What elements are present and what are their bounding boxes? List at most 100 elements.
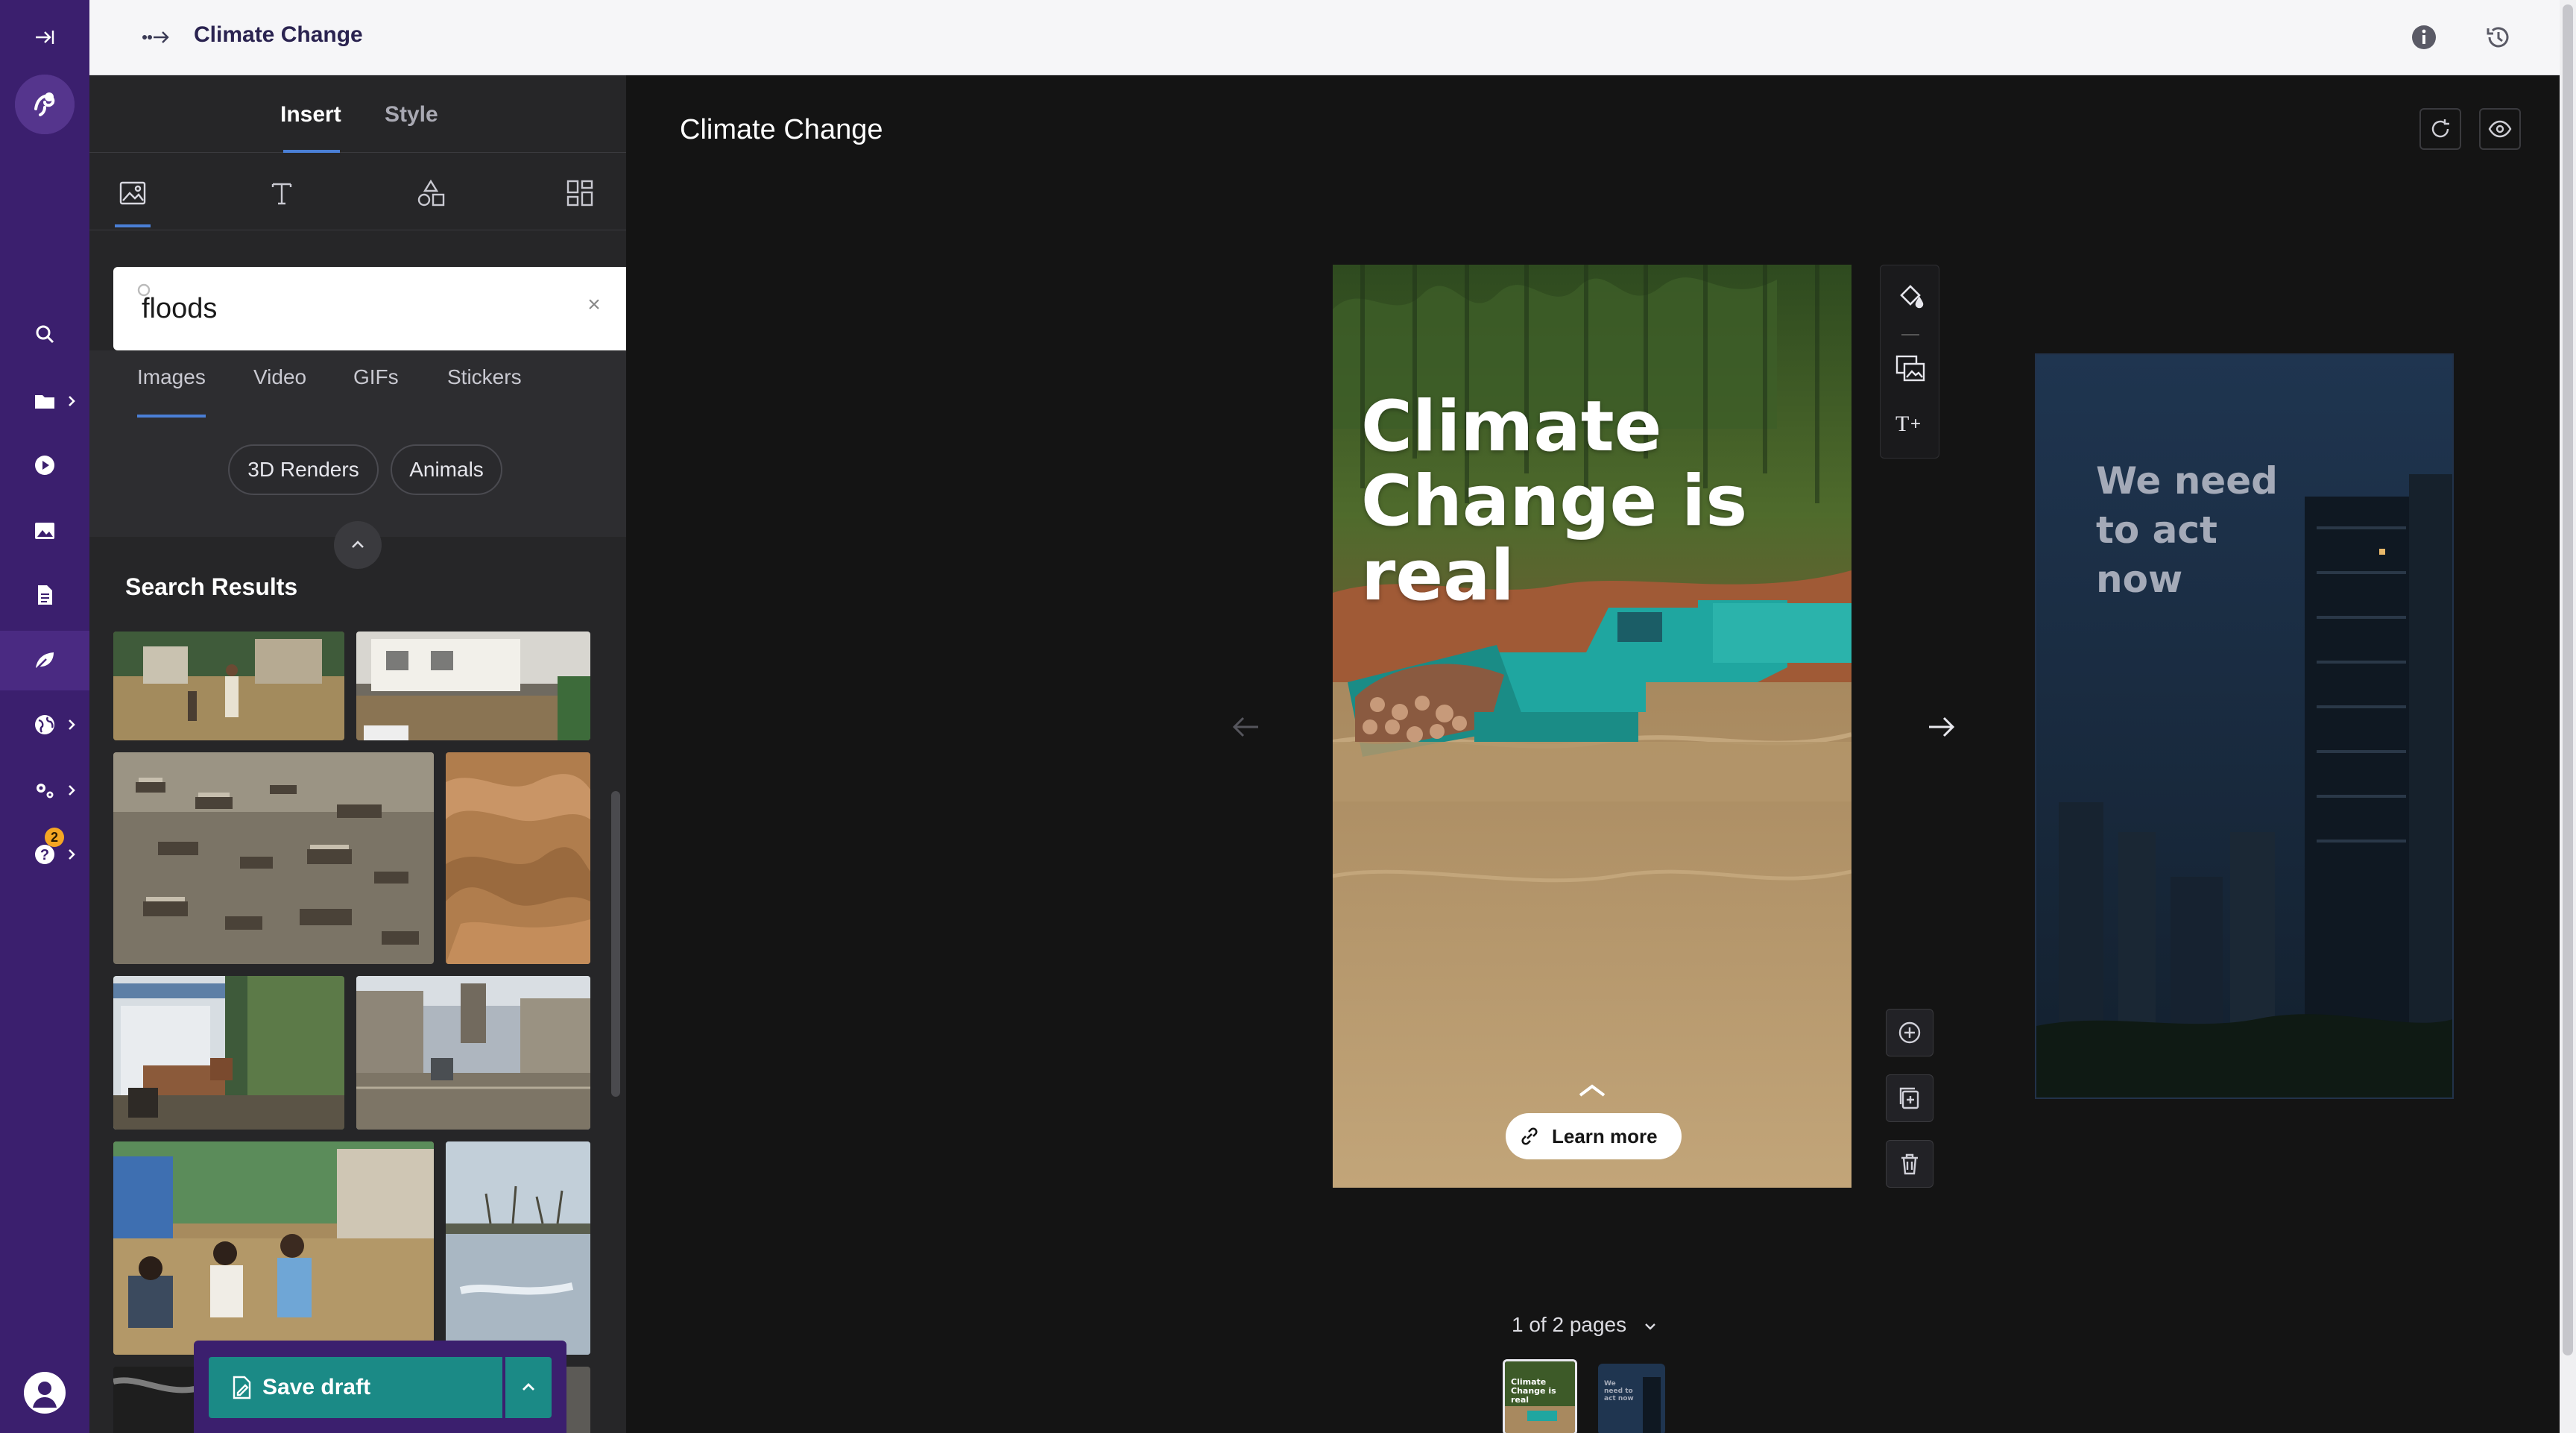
link-icon xyxy=(1521,1127,1538,1145)
image-tool-icon[interactable] xyxy=(116,177,149,210)
tab-style[interactable]: Style xyxy=(385,102,438,127)
draft-file-icon xyxy=(233,1376,251,1399)
result-image-flooded-village[interactable] xyxy=(113,752,434,964)
layout-tool-icon[interactable] xyxy=(564,177,596,210)
panel-tabs: Insert Style xyxy=(89,75,626,153)
text-tool-icon[interactable] xyxy=(265,177,298,210)
collapse-filters-button[interactable] xyxy=(334,521,382,569)
history-icon[interactable] xyxy=(2484,22,2513,52)
trash-icon xyxy=(1901,1153,1918,1175)
avatar[interactable] xyxy=(24,1372,66,1414)
delete-page-button[interactable] xyxy=(1886,1140,1933,1188)
page-thumbnail-1[interactable]: Climate Change is real xyxy=(1503,1359,1577,1433)
filter-chip-animals[interactable]: Animals xyxy=(391,444,502,495)
chevron-down-icon xyxy=(1645,1323,1655,1330)
learn-more-label: Learn more xyxy=(1552,1124,1658,1147)
document-title: Climate Change xyxy=(680,114,883,145)
fill-bucket-icon[interactable] xyxy=(1894,280,1927,313)
search-input[interactable] xyxy=(142,288,544,330)
result-image-brown-water[interactable] xyxy=(446,752,590,964)
window-scrollbar-thumb[interactable] xyxy=(2563,4,2573,1355)
save-options-button[interactable] xyxy=(505,1357,552,1418)
results-scrollbar[interactable] xyxy=(611,791,620,1097)
chevron-right-icon xyxy=(69,785,75,796)
save-draft-label: Save draft xyxy=(262,1375,371,1399)
search-icon[interactable] xyxy=(30,319,60,349)
chevron-right-icon xyxy=(69,396,75,406)
folder-icon[interactable] xyxy=(30,386,60,416)
svg-text:T: T xyxy=(1895,412,1909,436)
page-count-label: 1 of 2 pages xyxy=(1512,1313,1627,1336)
window-scrollbar[interactable] xyxy=(2560,0,2576,1433)
refresh-button[interactable] xyxy=(2419,108,2461,150)
result-image-flooded-house[interactable] xyxy=(356,632,590,740)
breadcrumb-arrow-icon[interactable] xyxy=(142,24,171,51)
result-image-people-wading[interactable] xyxy=(113,1141,434,1355)
eye-icon xyxy=(2488,120,2512,138)
preview-button[interactable] xyxy=(2479,108,2521,150)
shapes-tool-icon[interactable] xyxy=(414,177,447,210)
notification-badge: 2 xyxy=(45,828,64,847)
add-text-icon[interactable]: T + xyxy=(1894,407,1927,440)
search-results-title: Search Results xyxy=(125,573,298,600)
page-tools: T + xyxy=(1880,265,1939,459)
left-rail: ? 2 xyxy=(0,0,89,1433)
add-circle-icon xyxy=(1898,1021,1921,1044)
refresh-icon xyxy=(2431,119,2449,138)
thumbnail-2-text: We need to act now xyxy=(1604,1380,1634,1402)
logo-icon xyxy=(15,75,75,134)
result-image-cow-porch[interactable] xyxy=(113,976,344,1130)
globe-icon[interactable] xyxy=(30,710,60,740)
search-box: × xyxy=(113,267,626,350)
active-tool-indicator xyxy=(115,224,151,227)
learn-more-button[interactable]: Learn more xyxy=(1506,1113,1682,1159)
previous-page-arrow-icon[interactable] xyxy=(1225,706,1267,748)
image-results-grid xyxy=(113,632,590,1433)
svg-text:?: ? xyxy=(40,847,49,863)
replace-image-icon[interactable] xyxy=(1894,352,1927,385)
clear-search-icon[interactable]: × xyxy=(583,294,605,316)
tab-gifs[interactable]: GIFs xyxy=(353,365,399,389)
page-2-headline[interactable]: We need to act now xyxy=(2096,456,2290,604)
page-thumbnail-2[interactable]: We need to act now xyxy=(1598,1364,1665,1433)
settings-icon[interactable] xyxy=(30,775,60,805)
page-1-headline[interactable]: Climate Change is real xyxy=(1361,390,1838,614)
media-tabs: Images Video GIFs Stickers xyxy=(89,350,626,418)
add-page-button[interactable] xyxy=(1886,1009,1933,1056)
swipe-up-icon xyxy=(1579,1084,1606,1097)
chevron-up-icon xyxy=(352,541,364,548)
top-bar: Climate Change xyxy=(89,0,2560,75)
chevron-up-icon xyxy=(523,1383,534,1391)
tab-images[interactable]: Images xyxy=(137,365,206,389)
story-page-2[interactable]: We need to act now xyxy=(2035,353,2454,1099)
chevron-right-icon xyxy=(69,719,75,730)
thumbnail-1-text: Climate Change is real xyxy=(1511,1377,1556,1405)
story-page-1[interactable]: Climate Change is real Learn more xyxy=(1333,265,1852,1188)
chevron-right-icon xyxy=(69,849,75,860)
expand-sidebar-icon[interactable] xyxy=(30,22,60,52)
document-icon[interactable] xyxy=(30,580,60,610)
save-draft-bar: Save draft xyxy=(194,1341,566,1433)
save-draft-button[interactable]: Save draft xyxy=(209,1357,502,1418)
tools-separator xyxy=(1901,334,1919,336)
result-image-flooded-field[interactable] xyxy=(446,1141,590,1355)
info-icon[interactable] xyxy=(2409,22,2439,52)
svg-text:+: + xyxy=(1910,414,1921,434)
leaf-icon[interactable] xyxy=(30,646,60,675)
next-page-arrow-icon[interactable] xyxy=(1920,706,1962,748)
play-icon[interactable] xyxy=(30,450,60,480)
image-icon[interactable] xyxy=(30,516,60,546)
duplicate-page-button[interactable] xyxy=(1886,1074,1933,1122)
breadcrumb-title: Climate Change xyxy=(194,22,363,47)
filter-chips: 3D Renders Animals xyxy=(89,418,626,537)
filter-chip-3d-renders[interactable]: 3D Renders xyxy=(228,444,379,495)
result-image-flooded-town[interactable] xyxy=(356,976,590,1130)
insert-tools xyxy=(89,153,626,230)
result-image-flooded-street[interactable] xyxy=(113,632,344,740)
tab-video[interactable]: Video xyxy=(253,365,306,389)
tab-insert[interactable]: Insert xyxy=(280,102,341,127)
page-selector[interactable]: 1 of 2 pages xyxy=(1512,1313,1658,1337)
insert-panel: Insert Style × Images Vi xyxy=(89,75,626,1433)
tab-stickers[interactable]: Stickers xyxy=(447,365,522,389)
duplicate-icon xyxy=(1899,1087,1919,1109)
